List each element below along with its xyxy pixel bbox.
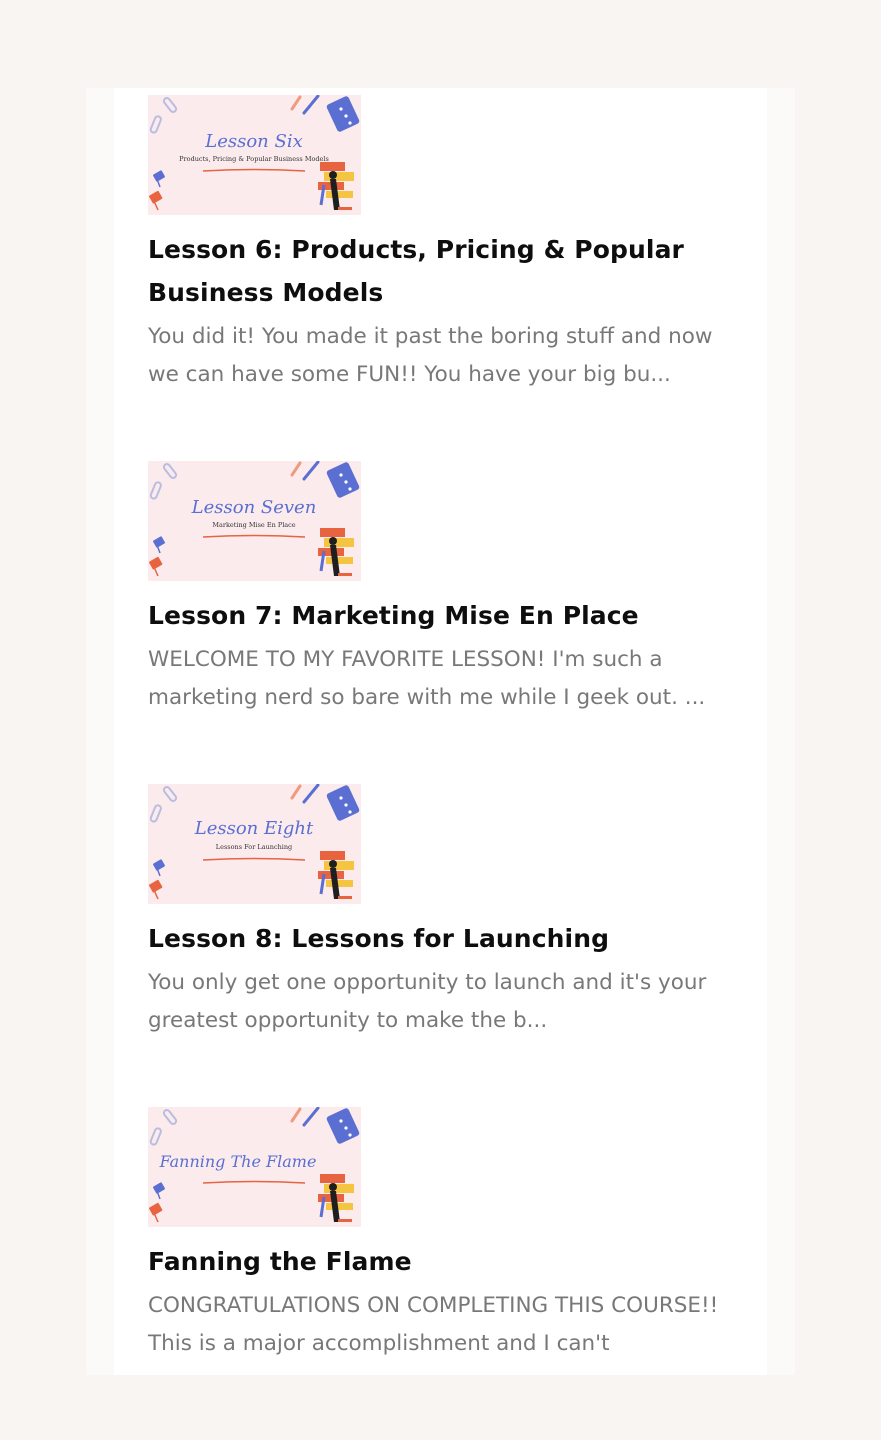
thumbnail-script-title: Fanning The Flame [159, 1152, 317, 1171]
lesson-title[interactable]: Lesson 7: Marketing Mise En Place [148, 594, 748, 637]
thumbnail-subtitle: Lessons For Launching [216, 843, 292, 851]
lesson-description: CONGRATULATIONS ON COMPLETING THIS COURS… [148, 1293, 719, 1356]
lesson-title[interactable]: Lesson 6: Products, Pricing & Popular Bu… [148, 228, 748, 314]
lesson-thumbnail[interactable]: Lesson Six Products, Pricing & Popular B… [148, 95, 361, 215]
lesson-description: You only get one opportunity to launch a… [148, 970, 707, 1033]
thumbnail-subtitle: Marketing Mise En Place [212, 521, 295, 529]
lesson-item-fanning-the-flame[interactable]: Fanning The Flame Fanning the Flame CONG… [148, 1107, 748, 1362]
lesson-title[interactable]: Lesson 8: Lessons for Launching [148, 917, 748, 960]
lesson-thumbnail[interactable]: Fanning The Flame [148, 1107, 361, 1227]
lesson-item-6[interactable]: Lesson Six Products, Pricing & Popular B… [148, 95, 748, 393]
lesson-description: WELCOME TO MY FAVORITE LESSON! I'm such … [148, 647, 706, 710]
lesson-item-7[interactable]: Lesson Seven Marketing Mise En Place Les… [148, 461, 748, 716]
lesson-thumbnail[interactable]: Lesson Seven Marketing Mise En Place [148, 461, 361, 581]
lesson-item-8[interactable]: Lesson Eight Lessons For Launching Lesso… [148, 784, 748, 1039]
thumbnail-script-title: Lesson Six [204, 131, 302, 152]
thumbnail-script-title: Lesson Seven [191, 497, 317, 518]
thumbnail-subtitle: Products, Pricing & Popular Business Mod… [179, 155, 329, 163]
lesson-title[interactable]: Fanning the Flame [148, 1240, 748, 1283]
thumbnail-script-title: Lesson Eight [194, 818, 314, 839]
lesson-description: You did it! You made it past the boring … [148, 324, 713, 387]
lesson-thumbnail[interactable]: Lesson Eight Lessons For Launching [148, 784, 361, 904]
lesson-list: Lesson Six Products, Pricing & Popular B… [114, 88, 767, 1375]
